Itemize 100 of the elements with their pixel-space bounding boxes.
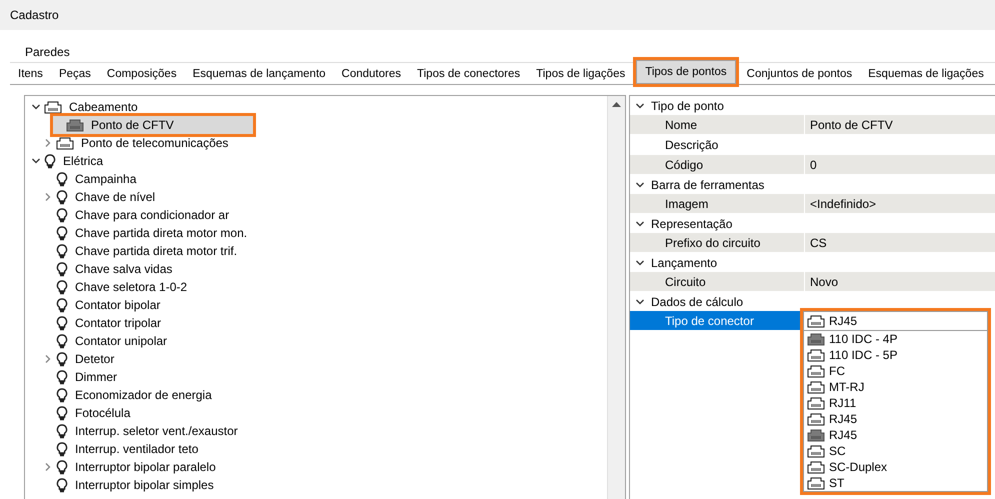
group-label: Paredes bbox=[25, 45, 70, 59]
property-row[interactable]: Circuito Novo bbox=[630, 272, 995, 292]
light-bulb-icon bbox=[56, 334, 68, 348]
property-label: Circuito bbox=[664, 274, 707, 290]
dropdown-option[interactable]: 110 IDC - 4P bbox=[804, 331, 987, 347]
tree-item[interactable]: Contator bipolar bbox=[25, 296, 607, 314]
tab[interactable]: Tipos de ligações bbox=[528, 63, 634, 84]
tree-item[interactable]: Ponto de telecomunicações bbox=[25, 134, 607, 152]
light-bulb-icon bbox=[56, 190, 68, 204]
light-bulb-icon bbox=[56, 388, 68, 402]
tree-item[interactable]: Interruptor bipolar simples bbox=[25, 476, 607, 494]
dropdown-option[interactable]: SC bbox=[804, 443, 987, 459]
connector-icon bbox=[807, 314, 825, 328]
connector-icon bbox=[807, 380, 825, 394]
light-bulb-icon bbox=[56, 316, 68, 330]
connector-icon bbox=[807, 428, 825, 442]
section-title: Lançamento bbox=[651, 256, 718, 270]
tab[interactable]: Peças bbox=[50, 63, 99, 84]
light-bulb-icon bbox=[56, 478, 68, 492]
property-row[interactable]: Nome Ponto de CFTV bbox=[630, 115, 995, 135]
tab[interactable]: Conjuntos de pontos bbox=[738, 63, 860, 84]
connector-icon bbox=[807, 396, 825, 410]
dropdown-option[interactable]: RJ11 bbox=[804, 395, 987, 411]
property-label: Prefixo do circuito bbox=[664, 234, 762, 252]
scrollbar[interactable] bbox=[607, 96, 625, 499]
tree-item[interactable]: Ponto de CFTV bbox=[53, 116, 253, 134]
collapse-chevron-icon[interactable] bbox=[31, 156, 41, 166]
light-bulb-icon bbox=[56, 424, 68, 438]
expand-chevron-icon[interactable] bbox=[43, 138, 53, 148]
tree-item[interactable]: Chave de nível bbox=[25, 188, 607, 206]
tree-item[interactable]: Contator tripolar bbox=[25, 314, 607, 332]
tree-item[interactable]: Contator unipolar bbox=[25, 332, 607, 350]
property-label: Código bbox=[664, 156, 704, 174]
tree-item[interactable]: Dimmer bbox=[25, 368, 607, 386]
collapse-chevron-icon[interactable] bbox=[635, 296, 645, 306]
connector-icon bbox=[807, 364, 825, 378]
tab[interactable]: Tipos de pontos bbox=[636, 60, 736, 84]
collapse-chevron-icon[interactable] bbox=[635, 100, 645, 110]
dropdown-option[interactable]: ST bbox=[804, 475, 987, 491]
connector-icon bbox=[807, 412, 825, 426]
dropdown-option[interactable]: RJ45 bbox=[804, 427, 987, 443]
tree-item[interactable]: Fotocélula bbox=[25, 404, 607, 422]
property-row[interactable]: Prefixo do circuito CS bbox=[630, 233, 995, 253]
dropdown-option[interactable]: RJ45 bbox=[804, 411, 987, 427]
expand-chevron-icon[interactable] bbox=[43, 462, 53, 472]
tree-item[interactable]: Chave partida direta motor mon. bbox=[25, 224, 607, 242]
collapse-chevron-icon[interactable] bbox=[635, 180, 645, 190]
tree-item[interactable]: Cabeamento bbox=[25, 98, 607, 116]
tree-item[interactable]: Campainha bbox=[25, 170, 607, 188]
property-label: Imagem bbox=[664, 196, 710, 212]
dropdown-option[interactable]: SC-Duplex bbox=[804, 459, 987, 475]
tree-item[interactable]: Interrup. ventilador teto bbox=[25, 440, 607, 458]
light-bulb-icon bbox=[56, 298, 68, 312]
connector-icon bbox=[807, 460, 825, 474]
dropdown-field[interactable]: RJ45 bbox=[804, 312, 987, 331]
property-label: Nome bbox=[664, 116, 698, 134]
section-title: Tipo de ponto bbox=[651, 98, 724, 112]
light-bulb-icon bbox=[56, 226, 68, 240]
light-bulb-icon bbox=[56, 280, 68, 294]
property-label: Descrição bbox=[664, 136, 720, 154]
connector-icon bbox=[66, 118, 84, 132]
dropdown-list[interactable]: RJ45 110 IDC - 4P 110 IDC - 5P FC MT-RJ RJ11 RJ45 RJ45 SC SC-Duplex ST bbox=[803, 311, 988, 492]
light-bulb-icon bbox=[56, 442, 68, 456]
light-bulb-icon bbox=[56, 262, 68, 276]
tab[interactable]: Esquemas de lançamento bbox=[184, 63, 334, 84]
connector-icon bbox=[807, 332, 825, 346]
tree-item[interactable]: Detetor bbox=[25, 350, 607, 368]
tree-item[interactable]: Elétrica bbox=[25, 152, 607, 170]
tree-item[interactable]: Interrup. seletor vent./exaustor bbox=[25, 422, 607, 440]
expand-chevron-icon[interactable] bbox=[43, 354, 53, 364]
tab[interactable]: Esquemas de ligações bbox=[860, 63, 992, 84]
tab[interactable]: Condutores bbox=[334, 63, 410, 84]
property-row[interactable]: Código 0 bbox=[630, 155, 995, 175]
light-bulb-icon bbox=[56, 172, 68, 186]
tree-item[interactable]: Interruptor bipolar paralelo bbox=[25, 458, 607, 476]
collapse-chevron-icon[interactable] bbox=[31, 102, 41, 112]
light-bulb-icon bbox=[56, 370, 68, 384]
tab[interactable]: Itens bbox=[10, 63, 51, 84]
tree-item[interactable]: Chave partida direta motor trif. bbox=[25, 242, 607, 260]
tab[interactable]: Tipos de conectores bbox=[409, 63, 528, 84]
dropdown-option[interactable]: FC bbox=[804, 363, 987, 379]
expand-chevron-icon[interactable] bbox=[43, 192, 53, 202]
collapse-chevron-icon[interactable] bbox=[635, 258, 645, 268]
tree-item[interactable]: Economizador de energia bbox=[25, 386, 607, 404]
property-value: CS bbox=[804, 233, 827, 252]
window-title: Cadastro bbox=[10, 8, 59, 22]
dropdown-option[interactable]: 110 IDC - 5P bbox=[804, 347, 987, 363]
light-bulb-icon bbox=[56, 406, 68, 420]
tab[interactable]: Composições bbox=[98, 63, 185, 84]
dropdown-option[interactable]: MT-RJ bbox=[804, 379, 987, 395]
light-bulb-icon bbox=[56, 208, 68, 222]
light-bulb-icon bbox=[44, 154, 56, 168]
collapse-chevron-icon[interactable] bbox=[635, 218, 645, 228]
connector-icon bbox=[807, 476, 825, 490]
tree-item[interactable]: Chave salva vidas bbox=[25, 260, 607, 278]
property-row[interactable]: Imagem <Indefinido> bbox=[630, 194, 995, 214]
tree-item[interactable]: Chave para condicionador ar bbox=[25, 206, 607, 224]
connector-icon bbox=[56, 136, 74, 150]
tree-item[interactable]: Chave seletora 1-0-2 bbox=[25, 278, 607, 296]
connector-icon bbox=[807, 348, 825, 362]
